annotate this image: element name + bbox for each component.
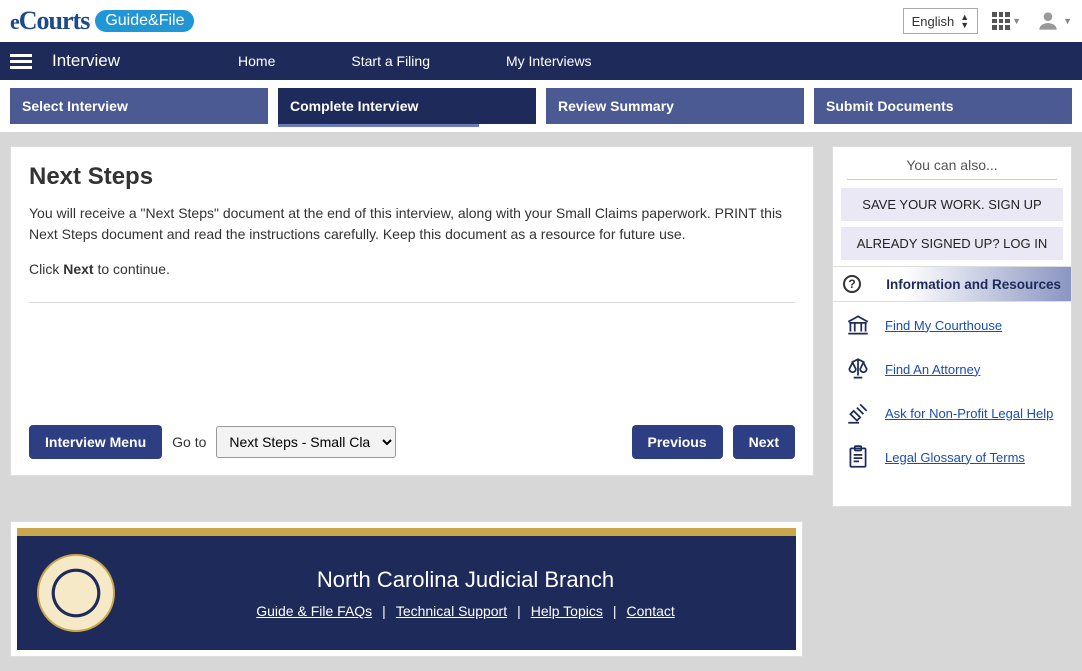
step-review-summary[interactable]: Review Summary: [546, 88, 804, 124]
page-title: Next Steps: [29, 163, 795, 191]
previous-button[interactable]: Previous: [632, 425, 723, 459]
language-select[interactable]: English ▲▼: [903, 8, 979, 34]
resource-link-attorney[interactable]: Find An Attorney: [885, 362, 980, 377]
next-button[interactable]: Next: [733, 425, 795, 459]
goto-label: Go to: [172, 434, 206, 450]
resource-link-courthouse[interactable]: Find My Courthouse: [885, 318, 1002, 333]
resource-link-legalhelp[interactable]: Ask for Non-Profit Legal Help: [885, 406, 1053, 421]
info-header-text: Information and Resources: [886, 277, 1061, 292]
scales-icon: [845, 356, 871, 382]
nav-bar: Interview Home Start a Filing My Intervi…: [0, 42, 1082, 80]
main-wrap: Next Steps You will receive a "Next Step…: [0, 132, 1082, 521]
intro-paragraph: You will receive a "Next Steps" document…: [29, 203, 795, 245]
question-icon: ?: [843, 275, 861, 293]
click-next-line: Click Next to continue.: [29, 259, 795, 280]
logo-prefix: e: [10, 9, 19, 34]
resource-item-courthouse: Find My Courthouse: [845, 312, 1059, 338]
main-card: Next Steps You will receive a "Next Step…: [10, 146, 814, 476]
app-logo[interactable]: eCourts Guide&File: [10, 6, 194, 36]
user-icon: [1035, 8, 1061, 34]
top-right-controls: English ▲▼ ▼ ▼: [903, 8, 1072, 34]
footer-text: North Carolina Judicial Branch Guide & F…: [155, 567, 776, 619]
click-pre: Click: [29, 261, 63, 277]
step-submit-documents[interactable]: Submit Documents: [814, 88, 1072, 124]
nav-home[interactable]: Home: [238, 53, 275, 69]
caret-down-icon: ▼: [1063, 16, 1072, 26]
footer-inner: North Carolina Judicial Branch Guide & F…: [17, 528, 796, 650]
grid-icon: [992, 12, 1010, 30]
resource-item-glossary: Legal Glossary of Terms: [845, 444, 1059, 470]
click-bold: Next: [63, 261, 93, 277]
user-menu[interactable]: ▼: [1035, 8, 1072, 34]
footer-link-faqs[interactable]: Guide & File FAQs: [256, 603, 372, 619]
seal-icon: [37, 554, 115, 632]
gavel-icon: [845, 400, 871, 426]
sort-arrows-icon: ▲▼: [960, 13, 969, 29]
step-select-interview[interactable]: Select Interview: [10, 88, 268, 124]
nav-start-filing[interactable]: Start a Filing: [351, 53, 430, 69]
resource-item-attorney: Find An Attorney: [845, 356, 1059, 382]
top-bar: eCourts Guide&File English ▲▼ ▼ ▼: [0, 0, 1082, 42]
clipboard-icon: [845, 444, 871, 470]
footer-link-contact[interactable]: Contact: [627, 603, 675, 619]
apps-menu[interactable]: ▼: [992, 12, 1021, 30]
footer-title: North Carolina Judicial Branch: [155, 567, 776, 593]
resource-item-legalhelp: Ask for Non-Profit Legal Help: [845, 400, 1059, 426]
nav-my-interviews[interactable]: My Interviews: [506, 53, 592, 69]
hamburger-menu[interactable]: [10, 51, 32, 72]
goto-select[interactable]: Next Steps - Small Claims: [216, 426, 396, 458]
info-resources-header: ? Information and Resources: [833, 266, 1071, 302]
step-complete-interview[interactable]: Complete Interview: [278, 88, 536, 124]
steps-row: Select Interview Complete Interview Revi…: [0, 80, 1082, 132]
sidebar: You can also... SAVE YOUR WORK. SIGN UP …: [832, 146, 1072, 507]
logo-badge: Guide&File: [95, 10, 194, 32]
sidebar-title: You can also...: [833, 157, 1071, 173]
divider: [29, 302, 795, 303]
login-button[interactable]: ALREADY SIGNED UP? LOG IN: [841, 227, 1063, 260]
language-label: English: [912, 14, 955, 29]
interview-menu-button[interactable]: Interview Menu: [29, 425, 162, 459]
footer-link-help[interactable]: Help Topics: [531, 603, 603, 619]
logo-main: Courts: [19, 6, 90, 35]
signup-button[interactable]: SAVE YOUR WORK. SIGN UP: [841, 188, 1063, 221]
courthouse-icon: [845, 312, 871, 338]
nav-title: Interview: [52, 51, 120, 71]
footer-card: North Carolina Judicial Branch Guide & F…: [10, 521, 803, 657]
resource-link-glossary[interactable]: Legal Glossary of Terms: [885, 450, 1025, 465]
footer-links: Guide & File FAQs| Technical Support| He…: [155, 603, 776, 619]
controls-row: Interview Menu Go to Next Steps - Small …: [29, 425, 795, 459]
click-post: to continue.: [94, 261, 170, 277]
resource-list: Find My Courthouse Find An Attorney Ask …: [833, 302, 1071, 470]
footer-link-support[interactable]: Technical Support: [396, 603, 507, 619]
caret-down-icon: ▼: [1012, 16, 1021, 26]
